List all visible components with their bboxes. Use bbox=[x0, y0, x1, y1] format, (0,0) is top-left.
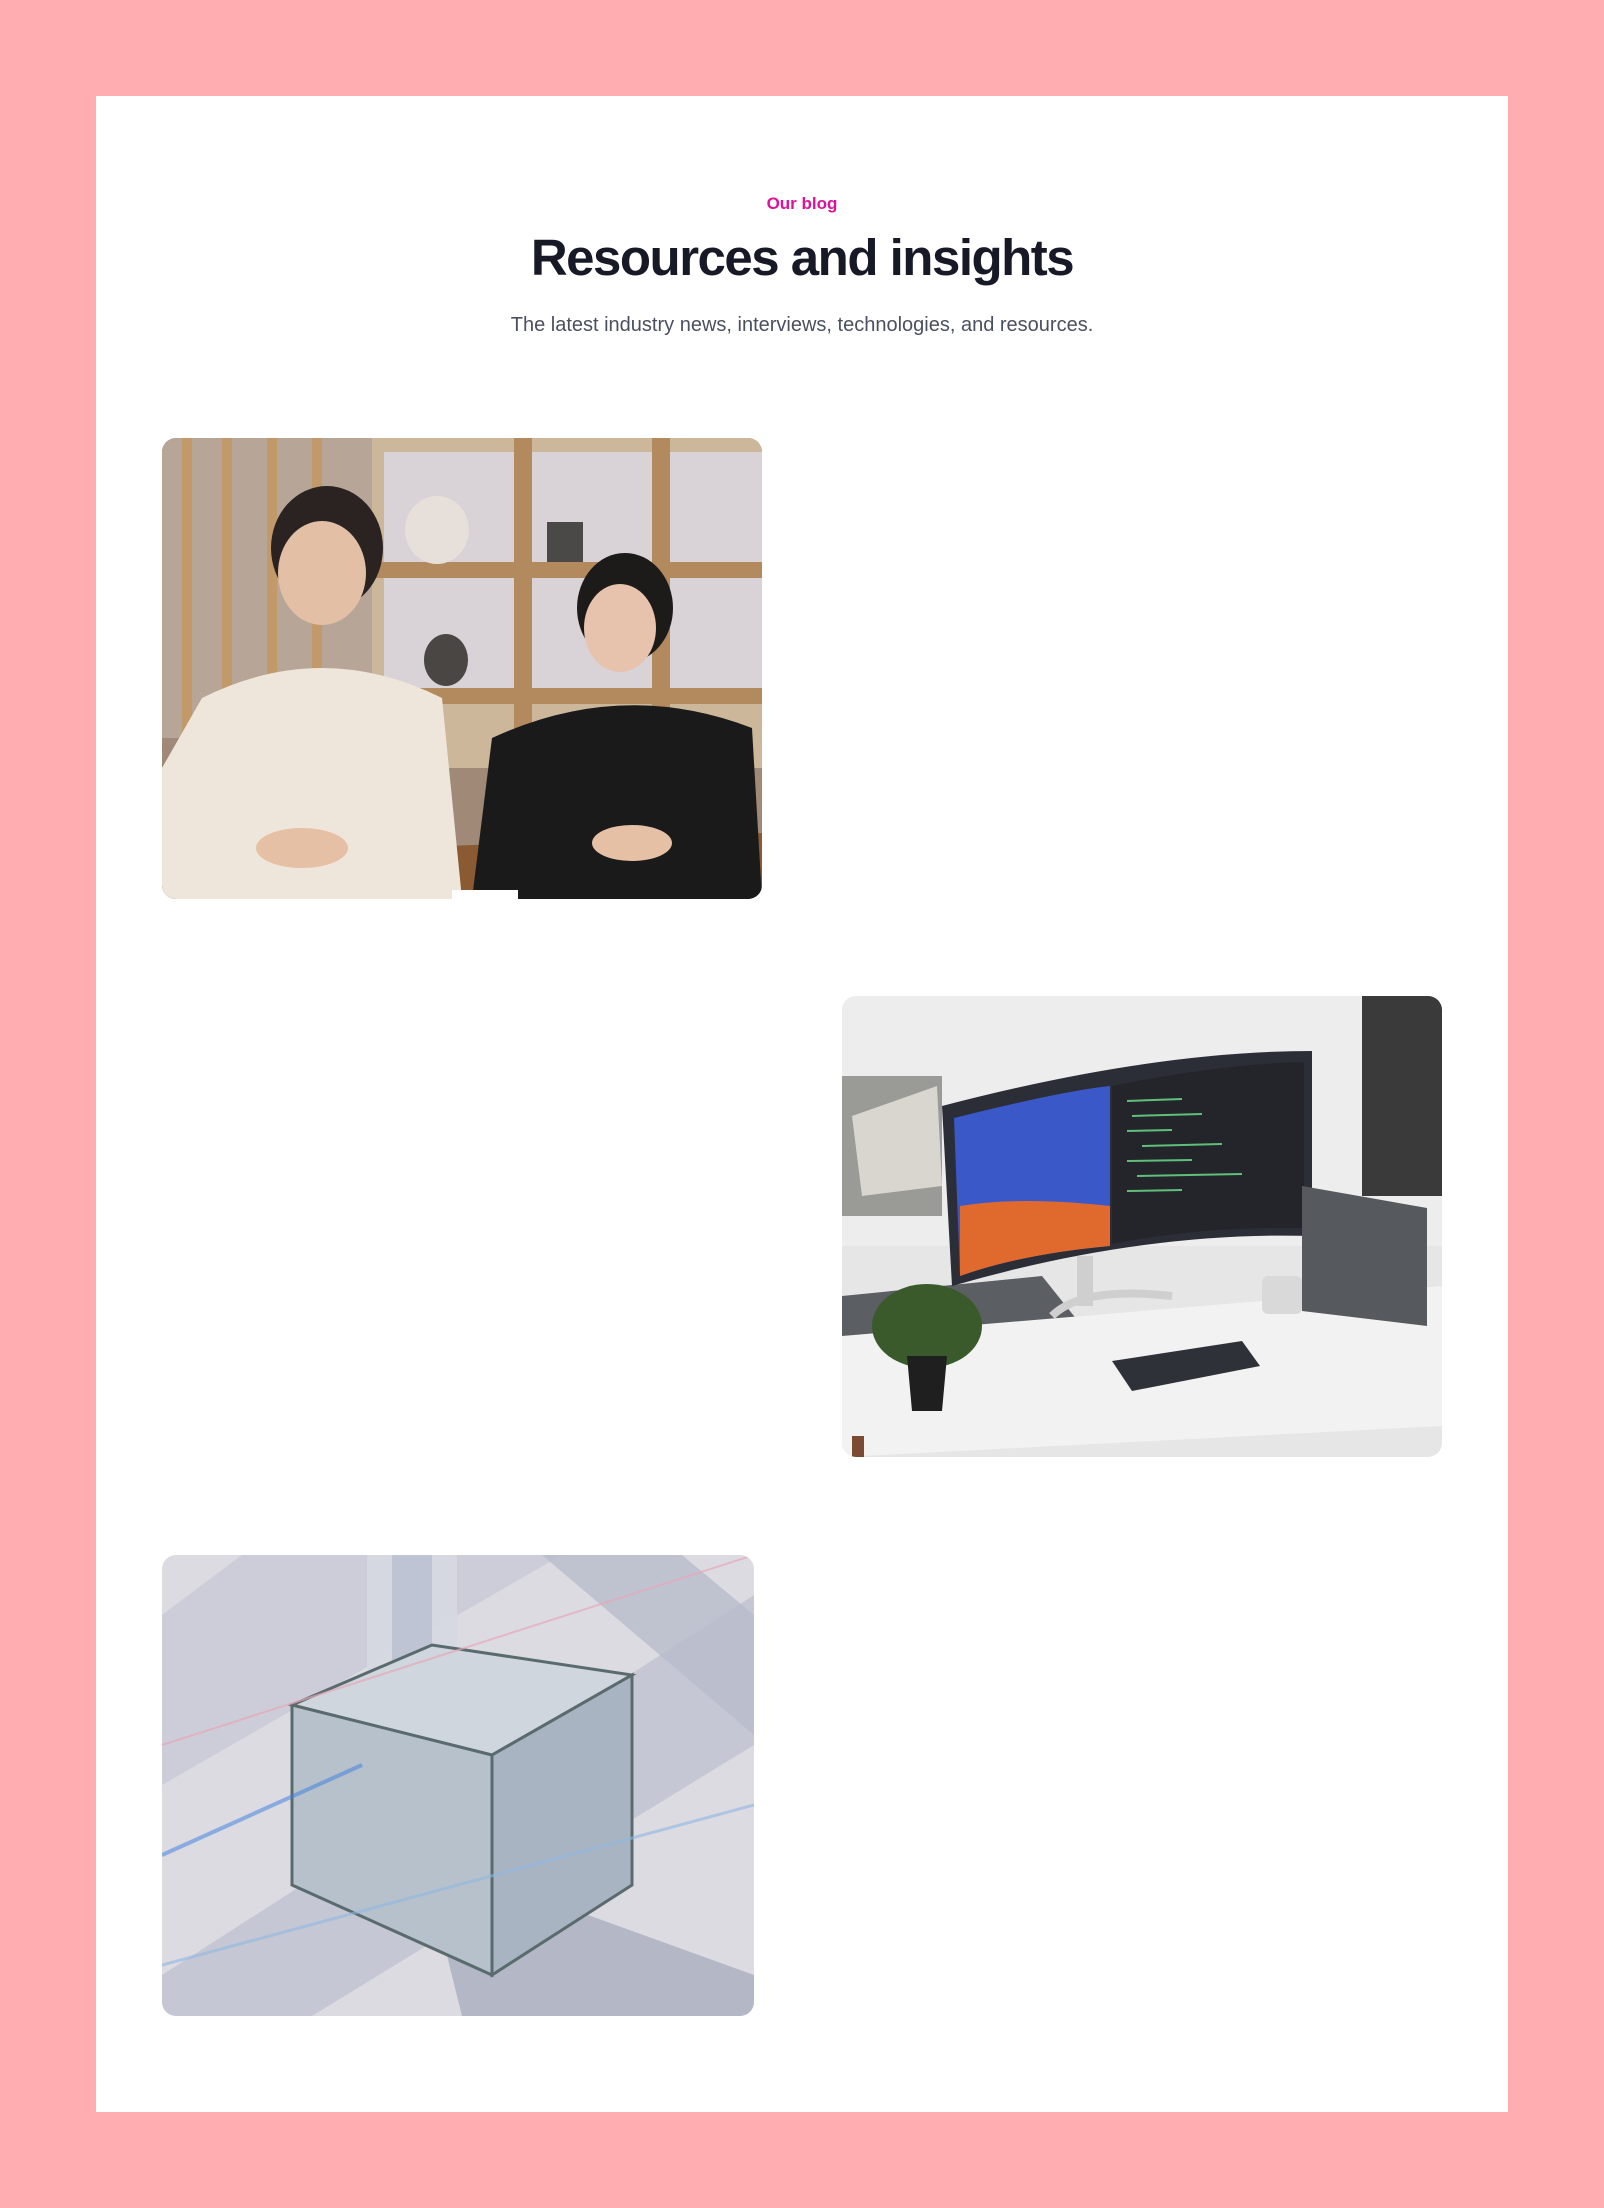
blog-section: Our blog Resources and insights The late… bbox=[96, 96, 1508, 2112]
section-subtitle: The latest industry news, interviews, te… bbox=[510, 314, 1094, 336]
post-image-desk[interactable] bbox=[842, 996, 1442, 1457]
post-image-people[interactable] bbox=[162, 438, 762, 899]
people-photo bbox=[162, 438, 762, 899]
section-eyebrow: Our blog bbox=[766, 194, 838, 213]
post-image-glass[interactable] bbox=[162, 1555, 754, 2016]
page-title: Resources and insights bbox=[530, 229, 1075, 286]
glass-render bbox=[162, 1555, 754, 2016]
desk-photo bbox=[842, 996, 1442, 1457]
